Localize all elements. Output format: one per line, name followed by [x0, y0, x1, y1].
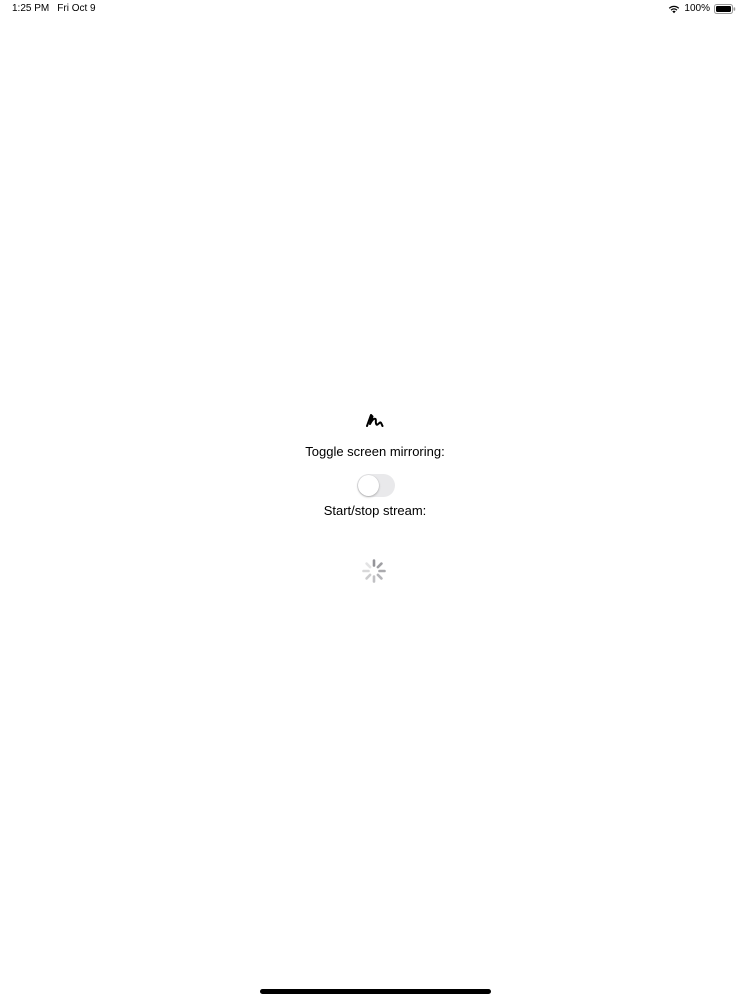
battery-percent: 100% [684, 3, 710, 14]
status-right: 100% [668, 0, 736, 18]
activity-spinner-icon [361, 558, 387, 584]
pencil-scribble-icon [364, 411, 386, 431]
status-date: Fri Oct 9 [57, 3, 96, 14]
home-indicator[interactable] [260, 989, 491, 994]
status-left: 1:25 PM Fri Oct 9 [12, 0, 96, 18]
status-bar: 1:25 PM Fri Oct 9 100% [0, 0, 750, 20]
status-time: 1:25 PM [12, 3, 50, 14]
app-screen: 1:25 PM Fri Oct 9 100% Toggle screen mir… [0, 0, 750, 1000]
mirroring-toggle[interactable] [357, 474, 395, 497]
toggle-knob [358, 475, 379, 496]
mirroring-label: Toggle screen mirroring: [305, 444, 445, 459]
battery-icon [714, 4, 736, 14]
wifi-icon [668, 4, 680, 14]
stream-label: Start/stop stream: [323, 503, 427, 518]
